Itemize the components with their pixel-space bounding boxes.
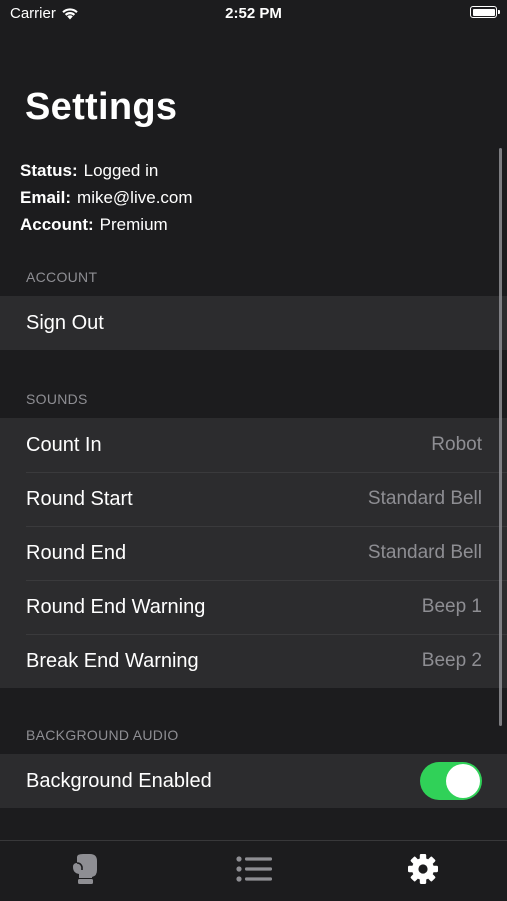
battery-icon xyxy=(470,6,500,18)
scroll-indicator xyxy=(499,148,502,726)
sounds-section-header: SOUNDS xyxy=(26,391,88,407)
background-audio-group: Background Enabled xyxy=(0,754,507,808)
account-section-header: ACCOUNT xyxy=(26,269,98,285)
sign-out-label: Sign Out xyxy=(26,311,104,334)
email-label: Email: xyxy=(20,188,72,207)
status-bar: Carrier 2:52 PM xyxy=(0,0,507,28)
sound-row-value: Robot xyxy=(431,434,482,455)
background-enabled-toggle[interactable] xyxy=(420,762,482,800)
list-icon xyxy=(235,856,272,882)
boxing-glove-icon xyxy=(72,854,97,884)
sign-out-button[interactable]: Sign Out xyxy=(0,296,507,350)
clock: 2:52 PM xyxy=(225,5,282,22)
sound-row-round-start[interactable]: Round Start Standard Bell xyxy=(0,472,507,526)
background-enabled-row: Background Enabled xyxy=(0,754,507,808)
tab-settings[interactable] xyxy=(338,841,507,901)
sound-row-round-end[interactable]: Round End Standard Bell xyxy=(0,526,507,580)
sounds-group: Count In Robot Round Start Standard Bell… xyxy=(0,418,507,688)
page-title: Settings xyxy=(25,86,178,128)
sound-row-value: Standard Bell xyxy=(367,542,482,563)
sound-row-value: Standard Bell xyxy=(367,488,482,509)
sound-row-label: Round End Warning xyxy=(26,595,206,618)
status-line: Status: Logged in xyxy=(20,161,158,181)
background-audio-section-header: BACKGROUND AUDIO xyxy=(26,727,179,743)
sound-row-break-end-warning[interactable]: Break End Warning Beep 2 xyxy=(0,634,507,688)
tab-timer[interactable] xyxy=(0,841,169,901)
account-line: Account: Premium xyxy=(20,215,168,235)
account-label: Account: xyxy=(20,215,94,234)
email-value: mike@live.com xyxy=(77,188,193,207)
sound-row-value: Beep 1 xyxy=(421,596,482,617)
email-line: Email: mike@live.com xyxy=(20,188,193,208)
toggle-knob xyxy=(446,764,480,798)
sound-row-label: Round End xyxy=(26,541,127,564)
sound-row-label: Break End Warning xyxy=(26,649,199,672)
tab-bar xyxy=(0,840,507,901)
background-enabled-label: Background Enabled xyxy=(26,769,212,792)
sound-row-round-end-warning[interactable]: Round End Warning Beep 1 xyxy=(0,580,507,634)
status-value: Logged in xyxy=(83,161,159,180)
account-value: Premium xyxy=(99,215,168,234)
sound-row-value: Beep 2 xyxy=(421,650,482,671)
account-group: Sign Out xyxy=(0,296,507,350)
sound-row-label: Round Start xyxy=(26,487,133,510)
gear-icon xyxy=(407,854,438,884)
status-label: Status: xyxy=(20,161,78,180)
sound-row-label: Count In xyxy=(26,433,102,456)
sound-row-count-in[interactable]: Count In Robot xyxy=(0,418,507,472)
tab-list[interactable] xyxy=(169,841,338,901)
